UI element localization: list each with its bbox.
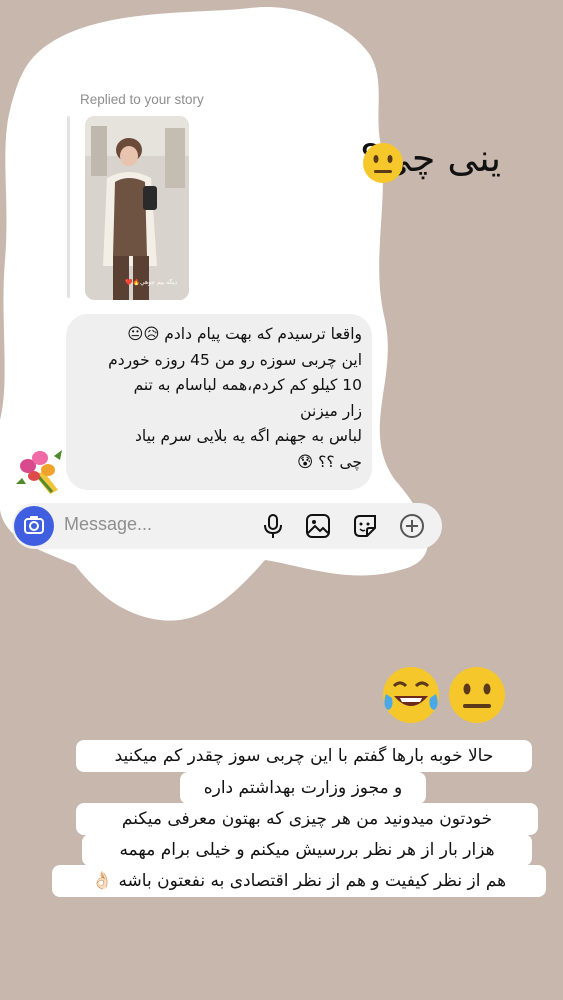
neutral-face-emoji-icon xyxy=(363,143,403,183)
message-input[interactable]: Message... xyxy=(64,514,152,535)
reply-quote-line xyxy=(67,116,70,298)
tears-of-joy-emoji-icon xyxy=(383,667,439,723)
camera-icon xyxy=(24,516,44,534)
message-text: واقعا ترسیدم که بهت پیام دادم 😥😐 این چرب… xyxy=(108,325,362,471)
add-icon[interactable] xyxy=(398,512,426,540)
caption-line-2: و مجوز وزارت بهداشتم داره xyxy=(180,772,426,804)
story-canvas: Replied to your story ديگه بيم جوهي🔥❤️ و… xyxy=(0,0,563,1000)
caption-line-5: هم از نظر کیفیت و هم از نظر اقتصادی به ن… xyxy=(52,865,546,897)
caption-line-4: هزار بار از هر نظر بررسیش میکنم و خیلی ب… xyxy=(82,834,532,866)
camera-button[interactable] xyxy=(14,506,54,546)
replied-to-story-label: Replied to your story xyxy=(80,92,204,107)
sticker-icon[interactable] xyxy=(351,512,379,540)
caption-line-1: حالا خوبه بارها گفتم با این چربی سوز چقد… xyxy=(76,740,532,772)
caption-line-3: خودتون میدونید من هر چیزی که بهتون معرفی… xyxy=(76,803,538,835)
story-caption: ديگه بيم جوهي🔥❤️ xyxy=(125,279,178,286)
gallery-icon[interactable] xyxy=(304,512,332,540)
story-photo xyxy=(85,116,189,300)
microphone-icon[interactable] xyxy=(259,512,287,540)
flower-bouquet-icon xyxy=(16,450,62,494)
story-thumbnail[interactable]: ديگه بيم جوهي🔥❤️ xyxy=(85,116,189,300)
neutral-face-emoji-icon-2 xyxy=(449,667,505,723)
